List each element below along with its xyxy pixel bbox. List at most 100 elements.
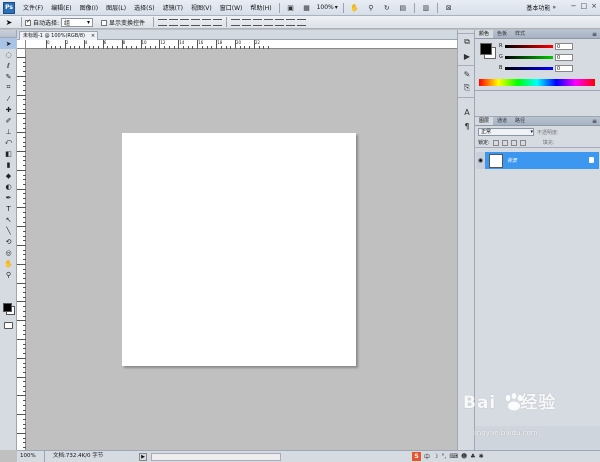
- tools-icon[interactable]: ✱: [479, 453, 484, 460]
- auto-align-icon[interactable]: [297, 18, 307, 26]
- lock-position-icon[interactable]: [510, 139, 517, 146]
- menu-window[interactable]: 窗口(W): [216, 3, 247, 12]
- green-value-field[interactable]: 0: [555, 53, 573, 61]
- align-hcenter-icon[interactable]: [202, 18, 212, 26]
- canvas-pasteboard[interactable]: [26, 49, 457, 450]
- eraser-tool-icon[interactable]: ◧: [0, 148, 17, 159]
- color-spectrum-ramp[interactable]: [479, 79, 595, 86]
- punctuation-icon[interactable]: °,: [441, 453, 446, 460]
- align-vcenter-icon[interactable]: [169, 18, 179, 26]
- pen-tool-icon[interactable]: ✒: [0, 192, 17, 203]
- zoom-tool-icon[interactable]: ⚲: [0, 269, 17, 280]
- minimize-icon[interactable]: −: [571, 2, 577, 10]
- blue-value-field[interactable]: 0: [555, 64, 573, 72]
- shirt-icon[interactable]: ♣: [470, 453, 475, 460]
- distribute-hcenter-icon[interactable]: [275, 18, 285, 26]
- zoom-select[interactable]: 100% ▾: [315, 4, 340, 11]
- rotate-view-icon[interactable]: ↻: [381, 2, 393, 13]
- brushes-panel-icon[interactable]: ✎: [459, 68, 475, 80]
- hand-tool-icon[interactable]: ✋: [0, 258, 17, 269]
- path-select-tool-icon[interactable]: ↖: [0, 214, 17, 225]
- 3d-rotate-tool-icon[interactable]: ⟲: [0, 236, 17, 247]
- history-panel-icon[interactable]: ⧉: [459, 36, 475, 48]
- paragraph-panel-icon[interactable]: ¶: [459, 120, 475, 132]
- vertical-ruler[interactable]: [17, 49, 26, 450]
- workspace-switcher[interactable]: 基本功能 »: [526, 3, 556, 12]
- distribute-bottom-icon[interactable]: [253, 18, 263, 26]
- screen-mode-icon[interactable]: ▣: [285, 2, 297, 13]
- canvas-document[interactable]: [122, 133, 356, 366]
- shape-tool-icon[interactable]: ╲: [0, 225, 17, 236]
- red-value-field[interactable]: 0: [555, 42, 573, 50]
- distribute-right-icon[interactable]: [286, 18, 296, 26]
- tab-paths[interactable]: 路径: [511, 117, 529, 125]
- quick-mask-icon[interactable]: [4, 322, 13, 329]
- healing-tool-icon[interactable]: ✚: [0, 104, 17, 115]
- crop-tool-icon[interactable]: ⌗: [0, 82, 17, 93]
- hand-tool-icon[interactable]: ✋: [349, 2, 361, 13]
- auto-select-dropdown[interactable]: 组 ▾: [61, 17, 94, 27]
- ruler-origin[interactable]: [17, 40, 26, 49]
- auto-select-checkbox[interactable]: [25, 18, 31, 26]
- arrange-documents-icon[interactable]: ▥: [420, 2, 432, 13]
- dodge-tool-icon[interactable]: ◐: [0, 181, 17, 192]
- extras-icon[interactable]: ▦: [301, 2, 313, 13]
- align-left-icon[interactable]: [191, 18, 201, 26]
- tab-layers[interactable]: 图层: [475, 117, 494, 125]
- moon-icon[interactable]: ☽: [433, 453, 438, 460]
- foreground-color-swatch[interactable]: [3, 303, 12, 312]
- character-panel-icon[interactable]: A: [459, 106, 475, 118]
- move-tool-icon[interactable]: ➤: [0, 38, 17, 49]
- menu-edit[interactable]: 编辑(E): [47, 3, 75, 12]
- show-transform-checkbox[interactable]: [101, 20, 108, 26]
- maximize-icon[interactable]: □: [581, 2, 588, 10]
- blend-mode-dropdown[interactable]: 正常 ▾: [478, 128, 534, 136]
- quick-select-tool-icon[interactable]: ✎: [0, 71, 17, 82]
- move-tool-preset-icon[interactable]: ➤: [0, 18, 18, 27]
- clone-stamp-tool-icon[interactable]: ⊥: [0, 126, 17, 137]
- toolbox-grip[interactable]: [0, 30, 16, 38]
- history-brush-tool-icon[interactable]: ⤺: [0, 137, 17, 148]
- 3d-orbit-tool-icon[interactable]: ◎: [0, 247, 17, 258]
- tab-channels[interactable]: 通道: [493, 117, 511, 125]
- lock-image-icon[interactable]: [501, 139, 508, 146]
- menu-view[interactable]: 视图(V): [187, 3, 216, 12]
- lasso-tool-icon[interactable]: ℓ: [0, 60, 17, 71]
- color-fg-swatch[interactable]: [480, 43, 492, 55]
- lock-all-icon[interactable]: [519, 139, 526, 146]
- blur-tool-icon[interactable]: ◆: [0, 170, 17, 181]
- blue-slider[interactable]: [505, 66, 553, 70]
- lock-transparent-icon[interactable]: [492, 139, 499, 146]
- red-slider[interactable]: [505, 44, 553, 48]
- close-icon[interactable]: ×: [591, 2, 597, 10]
- sogou-ime-icon[interactable]: S: [412, 451, 421, 461]
- status-menu-arrow-icon[interactable]: ▶: [139, 452, 147, 461]
- tab-styles[interactable]: 样式: [511, 30, 529, 38]
- horizontal-scrollbar[interactable]: [151, 452, 281, 461]
- menu-filter[interactable]: 滤镜(T): [159, 3, 187, 12]
- keyboard-icon[interactable]: ⌨: [449, 453, 458, 460]
- zoom-tool-icon[interactable]: ⚲: [365, 2, 377, 13]
- green-slider[interactable]: [505, 55, 553, 59]
- align-top-icon[interactable]: [158, 18, 168, 26]
- actions-panel-icon[interactable]: ▶: [459, 50, 475, 62]
- dock-grip[interactable]: [458, 30, 474, 34]
- menu-image[interactable]: 图像(I): [76, 3, 102, 12]
- tab-swatches[interactable]: 色板: [493, 30, 511, 38]
- ime-mode[interactable]: 中: [424, 452, 430, 461]
- type-tool-icon[interactable]: T: [0, 203, 17, 214]
- grid-icon[interactable]: ▤: [397, 2, 409, 13]
- menu-help[interactable]: 帮助(H): [246, 3, 275, 12]
- user-icon[interactable]: ☻: [461, 453, 467, 460]
- align-bottom-icon[interactable]: [180, 18, 190, 26]
- status-zoom[interactable]: 100%: [17, 451, 45, 462]
- marquee-tool-icon[interactable]: ◌: [0, 49, 17, 60]
- screen-layout-icon[interactable]: ⊠: [443, 2, 455, 13]
- eyedropper-tool-icon[interactable]: ⁄: [0, 93, 17, 104]
- horizontal-ruler[interactable]: 0 2 4 6 8 10 12 14 16 18 20 22: [26, 40, 457, 49]
- distribute-vcenter-icon[interactable]: [242, 18, 252, 26]
- layer-row-background[interactable]: ◉ 背景: [476, 152, 599, 169]
- clone-source-panel-icon[interactable]: ⎘: [459, 82, 475, 94]
- menu-file[interactable]: 文件(F): [19, 3, 47, 12]
- eye-icon[interactable]: ◉: [476, 152, 485, 169]
